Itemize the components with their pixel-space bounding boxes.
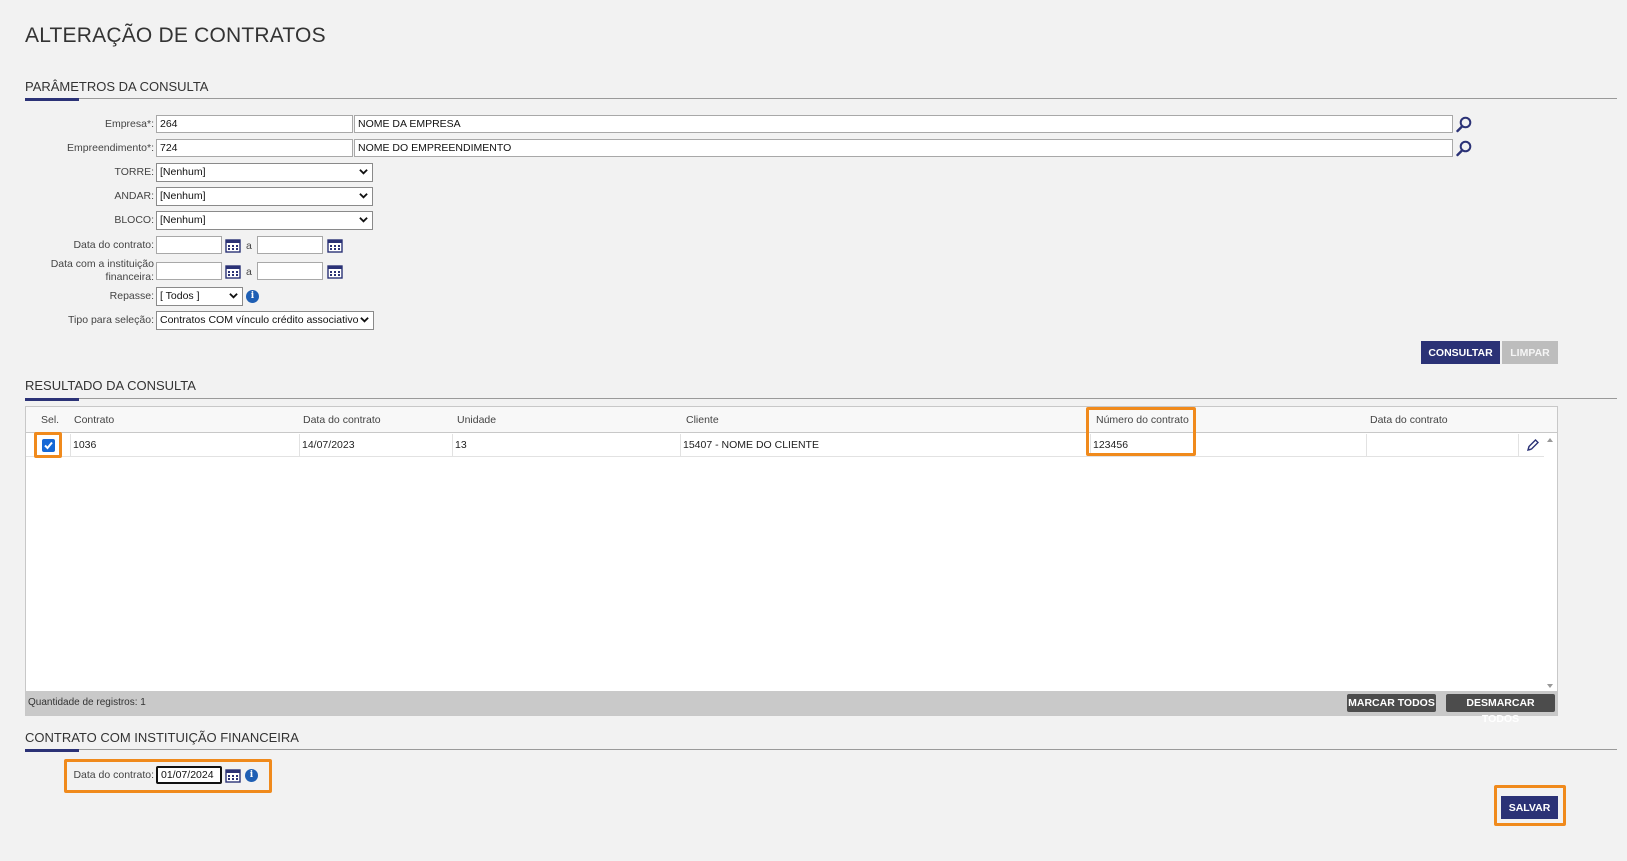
col-data-contrato-inst[interactable]: Data do contrato — [1370, 414, 1448, 426]
results-grid: Sel. Contrato Data do contrato Unidade C… — [25, 406, 1558, 725]
repasse-label: Repasse: — [109, 290, 154, 302]
cell-cliente: 15407 - NOME DO CLIENTE — [680, 434, 1090, 457]
data-instituicao-label: Data com a instituição financeira: — [4, 258, 154, 284]
col-data-contrato[interactable]: Data do contrato — [303, 414, 381, 426]
data-instituicao-to-input[interactable] — [257, 262, 323, 280]
selection-checkbox-highlight — [34, 432, 62, 458]
data-contrato-inst-label: Data do contrato: — [73, 769, 154, 781]
col-unidade[interactable]: Unidade — [457, 414, 496, 426]
data-contrato-inst-input[interactable]: 01/07/2024 — [156, 766, 222, 784]
empreendimento-search-icon[interactable] — [1456, 140, 1472, 157]
andar-select[interactable]: [Nenhum] — [156, 187, 373, 206]
instituicao-section-divider — [25, 749, 1617, 750]
info-icon[interactable]: i — [245, 769, 258, 782]
marcar-todos-button[interactable]: MARCAR TODOS — [1347, 694, 1436, 712]
data-contrato-to-input[interactable] — [257, 236, 323, 254]
col-cliente[interactable]: Cliente — [686, 414, 719, 426]
chevron-down-icon — [359, 169, 368, 175]
params-section-divider — [25, 98, 1617, 99]
empresa-code-input[interactable]: 264 — [156, 115, 353, 133]
data-contrato-from-input[interactable] — [156, 236, 222, 254]
info-icon[interactable]: i — [246, 290, 259, 303]
data-instituicao-label-line2: financeira: — [105, 271, 154, 283]
calendar-icon[interactable] — [225, 768, 241, 783]
torre-select-value: [Nenhum] — [160, 166, 206, 178]
grid-header: Sel. Contrato Data do contrato Unidade C… — [26, 407, 1557, 433]
edit-pencil-icon[interactable] — [1526, 438, 1540, 452]
empresa-search-icon[interactable] — [1456, 116, 1472, 133]
empreendimento-label: Empreendimento*: — [67, 142, 154, 154]
tipo-selecao-label: Tipo para seleção: — [68, 314, 154, 326]
col-contrato[interactable]: Contrato — [74, 414, 114, 426]
date-range-separator: a — [246, 240, 252, 252]
torre-select[interactable]: [Nenhum] — [156, 163, 373, 182]
empreendimento-name-input[interactable]: NOME DO EMPREENDIMENTO — [354, 139, 1453, 157]
scroll-down-icon[interactable] — [1546, 683, 1554, 689]
bloco-select-value: [Nenhum] — [160, 214, 206, 226]
cell-unidade: 13 — [452, 434, 680, 457]
params-section-accent — [25, 98, 79, 101]
record-count: Quantidade de registros: 1 — [28, 697, 146, 708]
result-section-title: RESULTADO DA CONSULTA — [25, 378, 196, 393]
cell-data-contrato: 14/07/2023 — [299, 434, 452, 457]
cell-data-contrato-inst — [1366, 434, 1518, 457]
empreendimento-code-input[interactable]: 724 — [156, 139, 353, 157]
table-row[interactable]: 1036 14/07/2023 13 15407 - NOME DO CLIEN… — [26, 434, 1544, 457]
data-instituicao-label-line1: Data com a instituição — [50, 258, 154, 270]
col-sel[interactable]: Sel. — [41, 414, 59, 426]
result-section-accent — [25, 398, 79, 401]
desmarcar-todos-button[interactable]: DESMARCAR TODOS — [1446, 694, 1555, 725]
repasse-select-value: [ Todos ] — [160, 290, 200, 302]
chevron-down-icon — [229, 293, 238, 299]
consultar-button[interactable]: CONSULTAR — [1421, 341, 1500, 364]
torre-label: TORRE: — [114, 166, 154, 178]
params-section-title: PARÂMETROS DA CONSULTA — [25, 79, 209, 94]
tipo-selecao-select[interactable]: Contratos COM vínculo crédito associativ… — [156, 311, 374, 330]
instituicao-section-accent — [25, 749, 79, 752]
bloco-label: BLOCO: — [114, 214, 154, 226]
date-range-separator: a — [246, 266, 252, 278]
cell-contrato: 1036 — [70, 434, 299, 457]
result-section-divider — [25, 398, 1617, 399]
empresa-name-input[interactable]: NOME DA EMPRESA — [354, 115, 1453, 133]
numero-contrato-highlight — [1086, 407, 1196, 456]
instituicao-section-title: CONTRATO COM INSTITUIÇÃO FINANCEIRA — [25, 730, 299, 745]
cell-edit — [1518, 434, 1544, 457]
chevron-down-icon — [359, 193, 368, 199]
chevron-down-icon — [360, 317, 369, 323]
calendar-icon[interactable] — [225, 264, 241, 279]
limpar-button[interactable]: LIMPAR — [1502, 341, 1558, 364]
bloco-select[interactable]: [Nenhum] — [156, 211, 373, 230]
scroll-up-icon[interactable] — [1546, 437, 1554, 443]
andar-label: ANDAR: — [114, 190, 154, 202]
tipo-selecao-select-value: Contratos COM vínculo crédito associativ… — [160, 314, 359, 326]
grid-footer: Quantidade de registros: 1 MARCAR TODOS … — [26, 691, 1557, 725]
data-instituicao-from-input[interactable] — [156, 262, 222, 280]
calendar-icon[interactable] — [225, 238, 241, 253]
grid-vertical-scrollbar[interactable] — [1543, 434, 1557, 692]
data-contrato-label: Data do contrato: — [73, 239, 154, 251]
calendar-icon[interactable] — [327, 238, 343, 253]
salvar-button[interactable]: SALVAR — [1501, 796, 1558, 819]
page-title: ALTERAÇÃO DE CONTRATOS — [25, 24, 326, 47]
chevron-down-icon — [359, 217, 368, 223]
empresa-label: Empresa*: — [104, 118, 154, 130]
repasse-select[interactable]: [ Todos ] — [156, 287, 243, 306]
calendar-icon[interactable] — [327, 264, 343, 279]
andar-select-value: [Nenhum] — [160, 190, 206, 202]
